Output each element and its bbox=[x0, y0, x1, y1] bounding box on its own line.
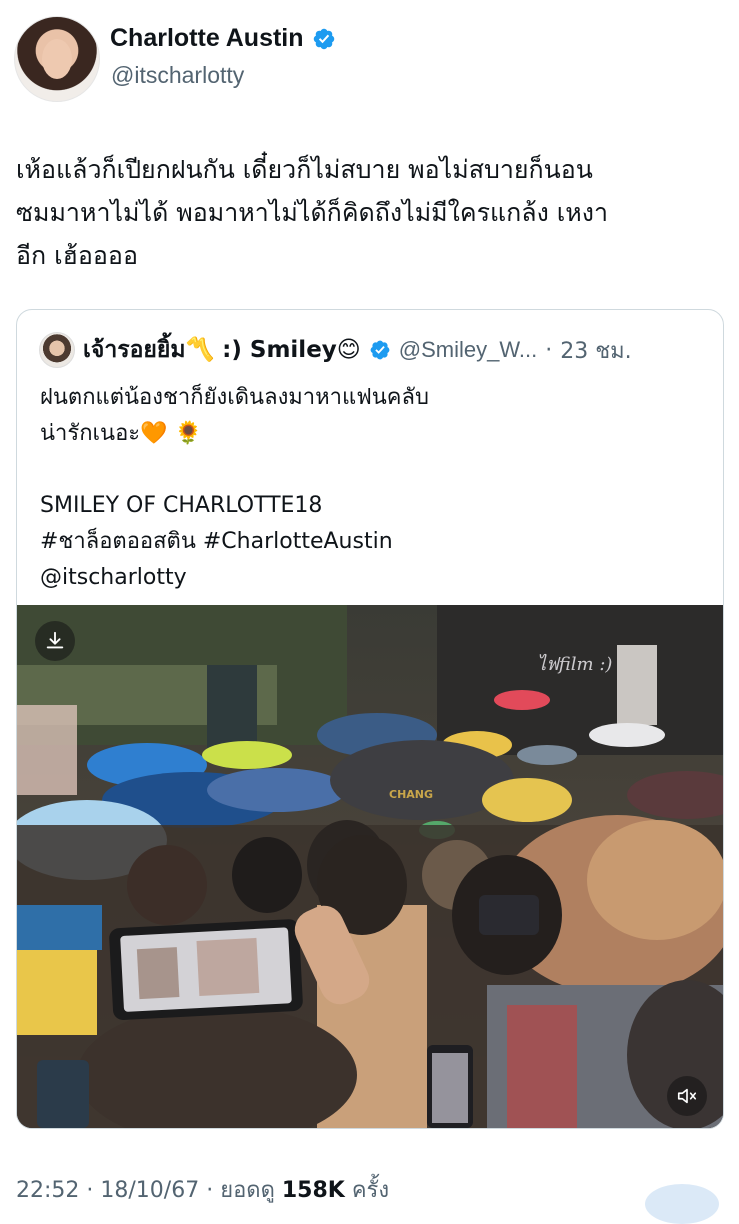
speaker-muted-icon bbox=[677, 1088, 697, 1104]
video-frame: CHANG ไฟfilm:) bbox=[17, 605, 723, 1128]
tweet-text: เห้อแล้วก็เปียกฝนกัน เดี๋ยวก็ไม่สบาย พอไ… bbox=[16, 155, 609, 270]
tweet-meta: 22:52 · 18/10/67 · ยอดดู 158K ครั้ง bbox=[16, 1172, 389, 1207]
tweet-time[interactable]: 22:52 bbox=[16, 1178, 79, 1203]
views-label: ยอดดู bbox=[220, 1178, 282, 1203]
quoted-tweet-header: เจ้ารอยยิ้ม〽️ :) Smiley😊 @Smiley_W... · … bbox=[39, 332, 719, 368]
download-button[interactable] bbox=[35, 621, 75, 661]
views-count: 158K bbox=[281, 1178, 345, 1203]
tweet-date[interactable]: 18/10/67 bbox=[100, 1178, 199, 1203]
quoted-tweet-card[interactable]: เจ้ารอยยิ้ม〽️ :) Smiley😊 @Smiley_W... · … bbox=[16, 309, 724, 1129]
quoted-author-handle[interactable]: @Smiley_W... bbox=[399, 337, 537, 363]
views-unit: ครั้ง bbox=[344, 1178, 390, 1203]
separator-dot: · bbox=[199, 1178, 221, 1203]
quoted-author-avatar[interactable] bbox=[39, 332, 75, 368]
separator-dot: · bbox=[545, 337, 553, 363]
umbrella-print: CHANG bbox=[389, 788, 433, 801]
video-player[interactable]: CHANG ไฟfilm:) bbox=[17, 605, 723, 1128]
verified-badge-icon bbox=[370, 340, 390, 360]
verified-badge-icon[interactable] bbox=[312, 27, 336, 51]
video-watermark: ไฟfilm :) bbox=[537, 653, 612, 675]
tweet-header: Charlotte Austin @itscharlotty bbox=[14, 16, 714, 102]
quoted-tweet-time[interactable]: 23 ชม. bbox=[560, 333, 631, 368]
separator-dot: · bbox=[79, 1178, 101, 1203]
quoted-tweet-text: ฝนตกแต่น้องชาก็ยังเดินลงมาหาแฟนคลับ น่าร… bbox=[40, 385, 429, 590]
mute-button[interactable] bbox=[667, 1076, 707, 1116]
floating-action-button[interactable] bbox=[645, 1184, 719, 1224]
author-display-name[interactable]: Charlotte Austin bbox=[110, 24, 304, 53]
author-name-row: Charlotte Austin bbox=[110, 24, 336, 53]
download-icon bbox=[46, 631, 64, 649]
author-handle[interactable]: @itscharlotty bbox=[111, 62, 244, 89]
quoted-author-name[interactable]: เจ้ารอยยิ้ม〽️ :) Smiley😊 bbox=[83, 332, 361, 368]
author-avatar[interactable] bbox=[14, 16, 100, 102]
